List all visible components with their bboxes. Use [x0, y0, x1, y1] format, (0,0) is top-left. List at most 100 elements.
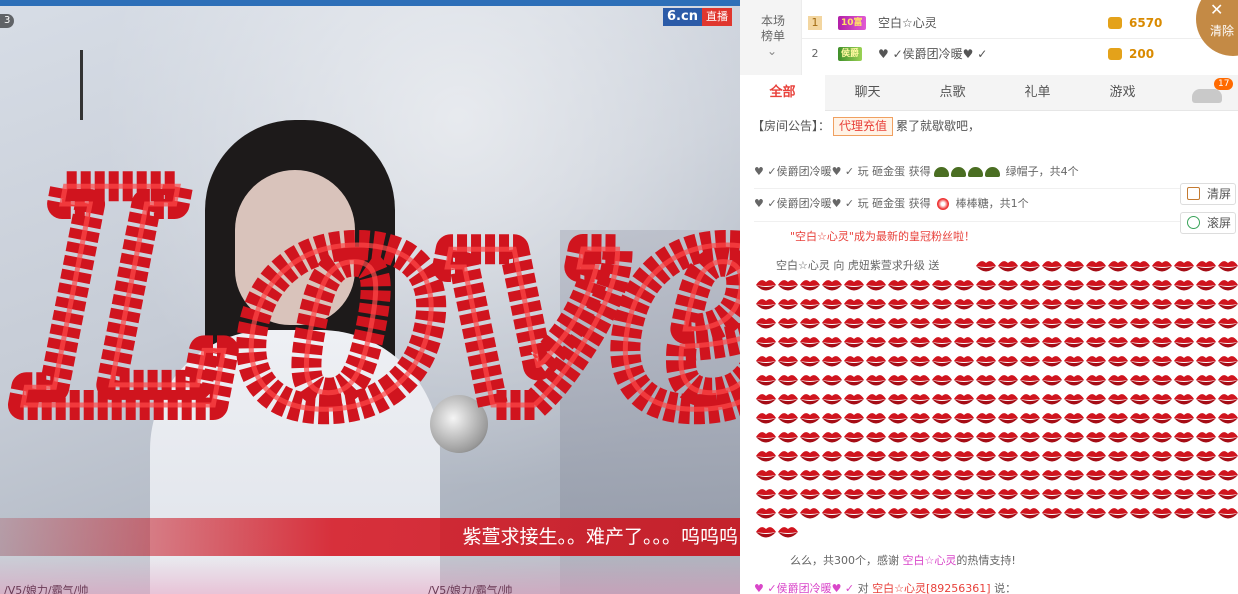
lips-icon: [954, 375, 974, 386]
lips-icon: [778, 489, 798, 500]
ranking-row[interactable]: 1 10富 空白☆心灵 6570: [802, 8, 1238, 38]
lips-icon: [866, 280, 886, 291]
lips-icon: [932, 318, 952, 329]
close-icon[interactable]: ✕: [1210, 0, 1223, 19]
message-target[interactable]: 空白☆心灵[89256361]: [872, 582, 990, 594]
lips-icon: [844, 508, 864, 519]
lips-icon: [1130, 261, 1150, 272]
lips-icon: [910, 413, 930, 424]
message-divider: [754, 221, 1224, 222]
agent-recharge-link[interactable]: 代理充值: [833, 117, 894, 136]
lips-icon: [888, 280, 908, 291]
lips-icon: [800, 413, 820, 424]
gift-summary: 么么，共300个，感谢 空白☆心灵的热情支持!: [754, 551, 1016, 571]
lips-icon: [976, 356, 996, 367]
lips-icon: [1196, 394, 1216, 405]
message-action: 玩 砸金蛋 获得: [857, 165, 931, 178]
lips-icon: [1086, 413, 1106, 424]
lips-icon: [932, 356, 952, 367]
lips-icon: [954, 413, 974, 424]
lips-icon: [932, 470, 952, 481]
lips-icon: [1196, 261, 1216, 272]
lips-icon: [954, 508, 974, 519]
lips-icon: [1042, 280, 1062, 291]
lips-icon: [998, 280, 1018, 291]
lips-icon: [866, 413, 886, 424]
lips-icon: [866, 337, 886, 348]
gift-target[interactable]: 虎妞紫萱求升级: [848, 259, 925, 272]
lips-icon: [1174, 413, 1194, 424]
tab-song-request[interactable]: 点歌: [910, 75, 995, 111]
lips-icon: [1108, 337, 1128, 348]
lips-icon: [1174, 318, 1194, 329]
lips-icon: [1042, 394, 1062, 405]
lips-icon: [1218, 432, 1238, 443]
lips-icon: [1130, 489, 1150, 500]
lips-icon: [954, 356, 974, 367]
lips-icon: [844, 451, 864, 462]
lips-icon: [778, 318, 798, 329]
lips-icon: [976, 375, 996, 386]
green-hat-icon: [968, 167, 984, 177]
message-say-word: 说：: [994, 582, 1017, 594]
lips-icon: [976, 261, 996, 272]
lips-icon: [1086, 280, 1106, 291]
car-icon[interactable]: [1192, 89, 1222, 103]
lips-icon: [954, 299, 974, 310]
lips-icon: [1218, 413, 1238, 424]
lips-icon: [1020, 394, 1040, 405]
lips-icon: [888, 413, 908, 424]
lips-icon: [1020, 280, 1040, 291]
lips-icon: [1130, 432, 1150, 443]
message-username[interactable]: ♥ ✓侯爵团冷暖♥ ✓: [754, 582, 854, 594]
lips-icon: [844, 432, 864, 443]
gift-summary-user[interactable]: 空白☆心灵: [903, 554, 957, 567]
lips-icon: [822, 394, 842, 405]
lips-icon: [822, 299, 842, 310]
lips-icon: [822, 508, 842, 519]
ranking-username[interactable]: ♥ ✓侯爵团冷暖♥ ✓: [878, 39, 987, 69]
chat-panel: 本场榜单 ⌄ 1 10富 空白☆心灵 6570 2 侯爵 ♥ ✓侯爵团冷暖♥ ✓…: [740, 0, 1238, 594]
lips-icon: [778, 299, 798, 310]
green-hat-icon: [934, 167, 950, 177]
ranking-toggle[interactable]: 本场榜单 ⌄: [740, 0, 802, 75]
lips-icon: [998, 261, 1018, 272]
lips-icon: [1020, 413, 1040, 424]
scroll-screen-button[interactable]: 滚屏: [1180, 212, 1236, 234]
clear-screen-button[interactable]: 清屏: [1180, 183, 1236, 205]
lips-icon: [756, 337, 776, 348]
tab-gift-list[interactable]: 礼单: [995, 75, 1080, 111]
wealth-badge: 10富: [838, 16, 866, 30]
lips-icon: [756, 394, 776, 405]
message-username[interactable]: ♥ ✓侯爵团冷暖♥ ✓: [754, 165, 854, 178]
gift-sender[interactable]: 空白☆心灵: [776, 259, 830, 272]
tab-chat[interactable]: 聊天: [825, 75, 910, 111]
tab-all[interactable]: 全部: [740, 75, 825, 111]
lips-icon: [1218, 261, 1238, 272]
lips-icon: [1152, 489, 1172, 500]
gift-message-header: 空白☆心灵 向 虎妞紫萱求升级 送: [776, 256, 944, 276]
lips-icon: [822, 337, 842, 348]
tab-games[interactable]: 游戏: [1080, 75, 1165, 111]
lips-icon: [844, 375, 864, 386]
lips-icon: [888, 432, 908, 443]
message-username[interactable]: ♥ ✓侯爵团冷暖♥ ✓: [754, 197, 854, 210]
lips-icon: [910, 394, 930, 405]
lips-icon: [1064, 432, 1084, 443]
ranking-username[interactable]: 空白☆心灵: [878, 8, 937, 38]
chevron-down-icon[interactable]: ⌄: [767, 44, 777, 58]
ranking-row[interactable]: 2 侯爵 ♥ ✓侯爵团冷暖♥ ✓ 200: [802, 39, 1238, 69]
lips-icon: [800, 451, 820, 462]
lips-icon: [1130, 318, 1150, 329]
lips-icon: [1130, 375, 1150, 386]
coin-icon: [1108, 17, 1122, 29]
lips-icon: [1064, 280, 1084, 291]
lips-icon: [998, 432, 1018, 443]
lips-icon: [954, 489, 974, 500]
lips-icon: [888, 337, 908, 348]
video-player[interactable]: Love Love 3 6.cn 直播 紫萱求接生。。难产了。。。呜呜呜 /V5…: [0, 0, 740, 594]
lips-icon: [998, 299, 1018, 310]
lips-icon: [1064, 489, 1084, 500]
lips-icon: [1152, 451, 1172, 462]
green-hat-icon: [951, 167, 967, 177]
